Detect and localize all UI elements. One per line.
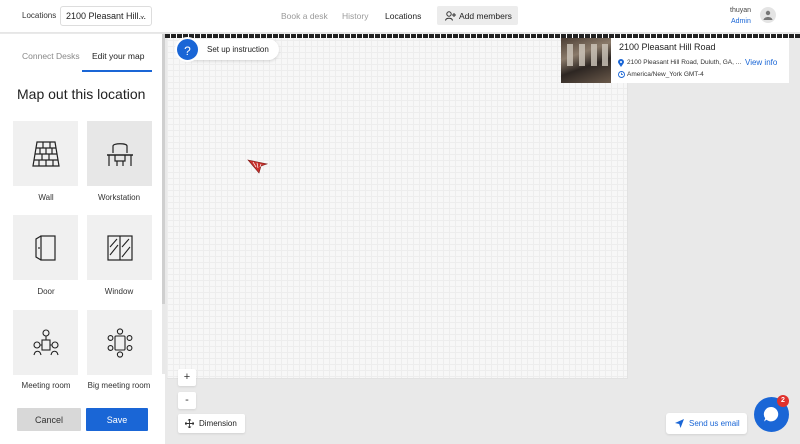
nav-locations[interactable]: Locations: [385, 11, 421, 21]
tile-label-workstation: Workstation: [97, 193, 141, 202]
cancel-button[interactable]: Cancel: [17, 408, 81, 431]
location-select[interactable]: 2100 Pleasant Hill... ⌄: [60, 6, 152, 26]
zoom-out-button[interactable]: -: [178, 392, 196, 409]
dimension-button[interactable]: Dimension: [178, 414, 245, 433]
tile-meeting-room[interactable]: [13, 310, 78, 375]
location-address: 2100 Pleasant Hill Road, Duluth, GA, ...: [627, 59, 742, 66]
send-icon: [675, 419, 684, 428]
tile-label-door: Door: [37, 287, 55, 296]
sidebar-title: Map out this location: [17, 86, 146, 102]
location-pin-icon: [618, 59, 624, 67]
setup-instruction-button[interactable]: ? Set up instruction: [175, 37, 279, 62]
help-icon: ?: [175, 37, 200, 62]
move-arrows-icon: [185, 419, 194, 428]
big-meeting-room-icon: [107, 327, 132, 358]
user-role: Admin: [731, 18, 751, 25]
add-members-button[interactable]: Add members: [437, 6, 518, 25]
photo-window-3: [591, 44, 597, 66]
chevron-down-icon: ⌄: [138, 10, 146, 20]
add-members-label: Add members: [459, 11, 512, 21]
tile-label-window: Window: [104, 287, 134, 296]
wall-icon: [31, 140, 60, 167]
chat-notification-badge: 2: [777, 395, 789, 407]
avatar[interactable]: [760, 7, 776, 23]
door-icon: [34, 234, 56, 261]
chat-button[interactable]: 2: [754, 395, 789, 432]
meeting-room-icon: [32, 328, 59, 355]
location-photo: [561, 38, 611, 83]
top-bar: Locations 2100 Pleasant Hill... ⌄ Book a…: [0, 0, 800, 33]
dimension-label: Dimension: [199, 419, 237, 428]
location-select-value: 2100 Pleasant Hill...: [66, 11, 147, 21]
nav-history[interactable]: History: [342, 11, 368, 21]
clock-icon: [618, 71, 625, 78]
tile-wall[interactable]: [13, 121, 78, 186]
tile-label-meeting-room: Meeting room: [21, 381, 71, 390]
photo-window-1: [567, 44, 573, 66]
nav-book-a-desk[interactable]: Book a desk: [281, 11, 328, 21]
tab-connect-desks[interactable]: Connect Desks: [22, 51, 80, 61]
zoom-in-button[interactable]: +: [178, 369, 196, 386]
map-canvas-area: ? Set up instruction 2100 Pleasant Hill …: [165, 34, 800, 444]
tile-label-wall: Wall: [38, 193, 54, 202]
send-email-label: Send us email: [689, 419, 740, 428]
chat-bubble-icon: [763, 406, 779, 422]
save-button[interactable]: Save: [86, 408, 148, 431]
tile-label-big-meeting-room: Big meeting room: [87, 381, 151, 390]
user-name: thuyan: [730, 7, 752, 14]
map-grid[interactable]: [167, 34, 628, 379]
send-us-email-button[interactable]: Send us email: [666, 413, 747, 434]
setup-instruction-label: Set up instruction: [207, 45, 269, 54]
active-tab-indicator: [82, 70, 152, 72]
view-info-link[interactable]: View info: [745, 58, 777, 67]
window-icon: [106, 234, 133, 261]
location-name: 2100 Pleasant Hill Road: [619, 42, 716, 52]
tab-edit-your-map[interactable]: Edit your map: [92, 51, 144, 61]
photo-window-4: [602, 44, 608, 66]
tile-window[interactable]: [87, 215, 152, 280]
tile-door[interactable]: [13, 215, 78, 280]
locations-label: Locations: [22, 11, 57, 20]
workstation-icon: [106, 142, 133, 166]
tile-workstation[interactable]: [87, 121, 152, 186]
location-timezone: America/New_York GMT-4: [627, 71, 704, 78]
photo-window-2: [579, 44, 585, 66]
user-icon: [763, 10, 773, 20]
sidebar: Connect Desks Edit your map Map out this…: [0, 34, 165, 444]
tile-big-meeting-room[interactable]: [87, 310, 152, 375]
add-user-icon: [445, 11, 456, 21]
location-info-card: 2100 Pleasant Hill Road 2100 Pleasant Hi…: [561, 38, 789, 83]
hand-cursor-icon: [247, 159, 269, 174]
